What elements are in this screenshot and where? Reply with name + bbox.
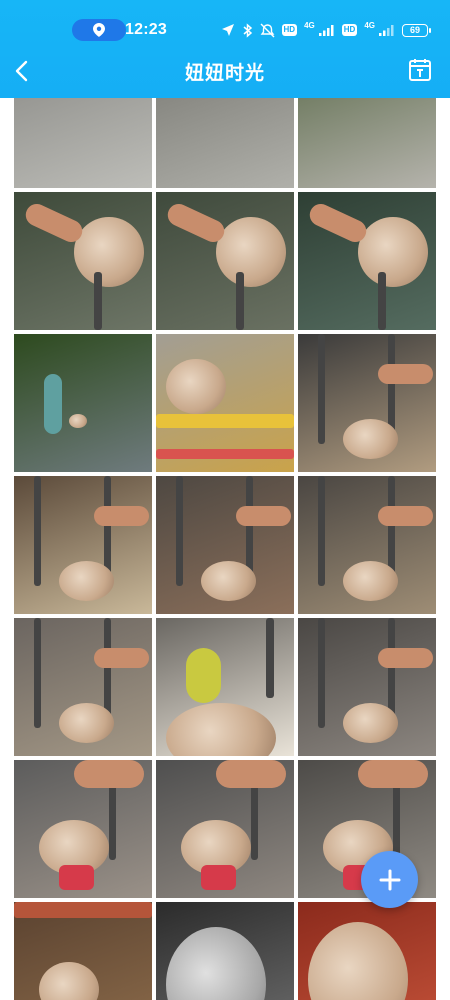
dog [308,922,408,1000]
photo-thumbnail[interactable] [14,192,152,330]
photo-thumbnail[interactable] [156,476,294,614]
photo-thumbnail[interactable] [156,334,294,472]
red-harness [59,865,94,890]
status-time: 12:23 [125,21,167,38]
hand [378,506,433,526]
dog [39,962,99,1000]
dog [166,359,226,414]
stool-leg [34,476,41,586]
table-leg [94,272,102,330]
network-label-2: 4G [364,20,375,30]
stool-leg [176,476,183,586]
signal-bars-icon [318,25,334,36]
red-bar [156,449,294,459]
dog [69,414,87,428]
table-edge [14,902,152,918]
dog [166,703,276,756]
hand [216,760,286,788]
person [44,374,62,434]
photo-thumbnail[interactable] [298,98,436,188]
hand [94,506,149,526]
stool-leg [34,618,41,728]
battery-indicator: 69 [402,23,431,37]
photo-thumbnail[interactable] [156,618,294,756]
hand [164,200,228,246]
stool-leg [266,618,274,698]
photo-thumbnail[interactable] [156,902,294,1000]
red-harness [201,865,236,890]
dog [59,561,114,601]
navigation-arrow-icon [221,24,234,36]
photo-thumbnail[interactable] [298,618,436,756]
photo-thumbnail[interactable] [14,902,152,1000]
signal-bars-icon [379,25,394,36]
hand [378,364,433,384]
hand [94,648,149,668]
photo-thumbnail[interactable] [156,98,294,188]
page-title: 妞妞时光 [184,63,265,84]
photo-thumbnail[interactable] [298,334,436,472]
stool-leg [318,476,325,586]
leash-handle [186,648,221,703]
network-label-1: 4G [304,20,315,30]
photo-thumbnail[interactable] [298,192,436,330]
photo-thumbnail[interactable] [14,98,152,188]
photo-thumbnail[interactable] [14,760,152,898]
bluetooth-icon [243,22,252,38]
dog [201,561,256,601]
stool-leg [318,334,325,444]
photo-thumbnail[interactable] [156,192,294,330]
photo-thumbnail[interactable] [298,902,436,1000]
hand [74,760,144,788]
hand [306,200,370,246]
mute-icon [260,23,275,37]
calendar-icon [409,59,431,81]
stool-leg [318,618,325,728]
plus-icon [379,869,400,890]
table-leg [378,272,386,330]
photo-thumbnail[interactable] [14,334,152,472]
hand [378,648,433,668]
dog [358,217,428,287]
location-pin-icon [93,23,105,37]
photo-thumbnail[interactable] [14,618,152,756]
dog [343,561,398,601]
hd-badge-2: HD [341,24,358,36]
photo-thumbnail[interactable] [298,476,436,614]
hd-badge-1: HD [281,24,298,36]
dog [343,703,398,743]
app-header: 12:23 HD 4G HD 4G 69 妞妞时光 [0,0,450,98]
dog [343,419,398,459]
dog [166,927,266,1000]
dog [216,217,286,287]
calendar-button[interactable] [408,58,432,82]
hand [236,506,291,526]
table-leg [236,272,244,330]
add-photo-button[interactable] [361,851,418,908]
location-pill [72,19,126,41]
photo-thumbnail[interactable] [156,760,294,898]
hand [358,760,428,788]
hand [22,200,86,246]
dog [74,217,144,287]
dog [59,703,114,743]
status-icons: HD 4G HD 4G 69 [221,19,431,41]
photo-thumbnail[interactable] [14,476,152,614]
yellow-bar [156,414,294,428]
